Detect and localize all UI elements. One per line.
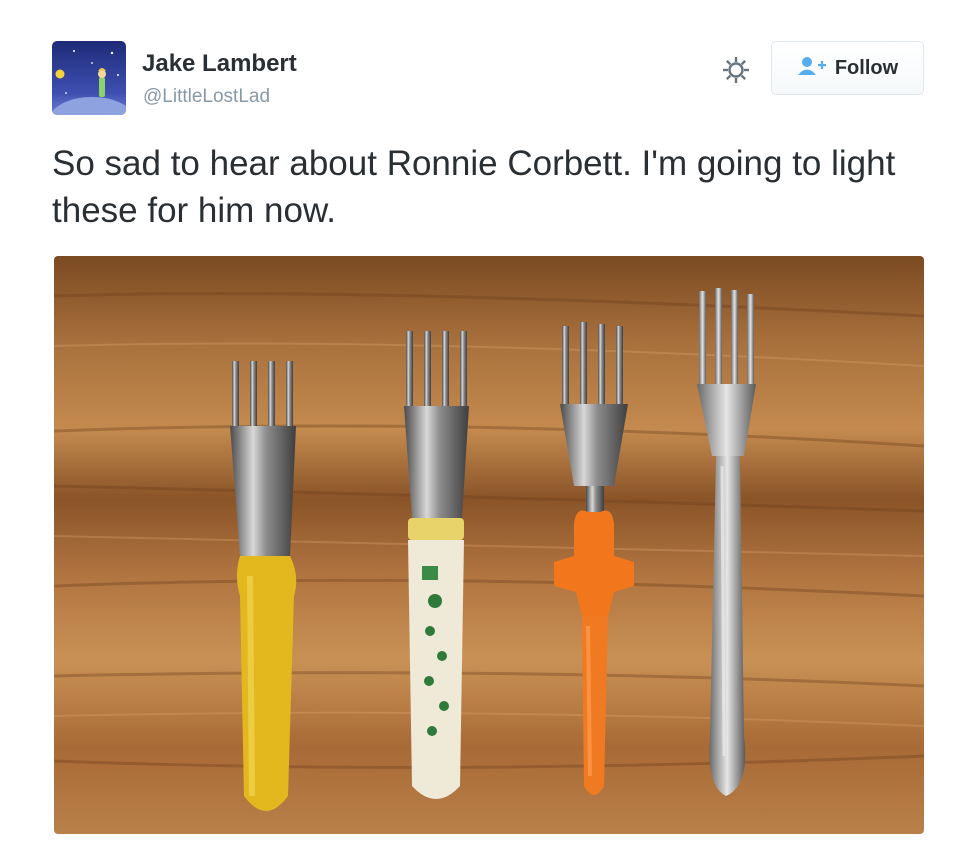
follow-button-label: Follow [834, 56, 899, 79]
follow-button[interactable]: Follow [771, 41, 924, 95]
forks-photo [54, 256, 924, 834]
avatar-image [52, 41, 126, 115]
tweet-text: So sad to hear about Ronnie Corbett. I'm… [52, 144, 896, 230]
add-user-icon [797, 56, 827, 81]
author-name[interactable]: Jake Lambert [142, 50, 297, 78]
author-handle[interactable]: @LittleLostLad [143, 86, 270, 108]
gear-icon[interactable] [720, 54, 752, 86]
tweet-photo[interactable] [54, 256, 924, 834]
avatar[interactable] [52, 41, 126, 115]
